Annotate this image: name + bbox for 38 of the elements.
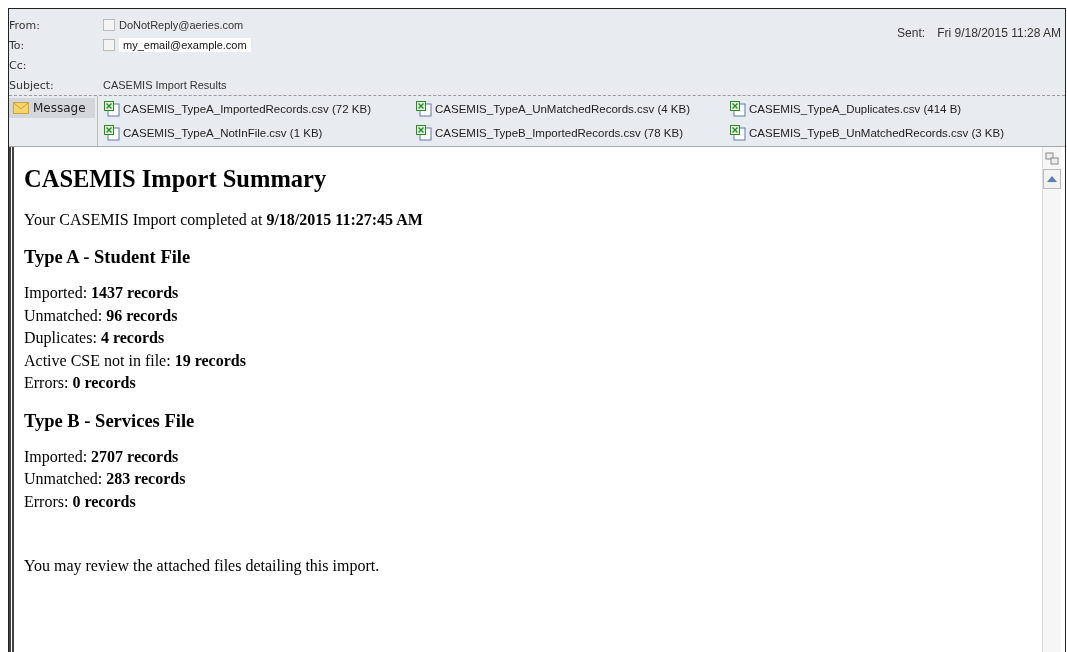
message-title: CASEMIS Import Summary [24,165,328,193]
record-count: Unmatched: 283 records [24,469,187,489]
sent-date: Fri 9/18/2015 11:28 AM [937,26,1061,40]
attachment-item[interactable]: CASEMIS_TypeB_UnMatchedRecords.csv (3 KB) [730,122,1005,144]
spreadsheet-icon [730,125,746,141]
sent-label: Sent: [897,26,926,40]
attachment-item[interactable]: CASEMIS_TypeA_NotInFile.csv (1 KB) [104,122,416,144]
record-count: Active CSE not in file: 19 records [24,350,247,371]
completion-sentence: Your CASEMIS Import completed at 9/18/2015 11:27:45 AM [24,211,424,229]
record-count: Errors: 0 records [24,491,137,512]
scroll-up-icon[interactable] [1043,169,1061,189]
pane-icon[interactable] [1045,151,1059,165]
record-count: Duplicates: 4 records [24,328,166,349]
envelope-icon [13,102,29,114]
section-heading: Type B - Services File [24,410,196,432]
field-label: Cc: [9,58,28,72]
closing-sentence: You may review the attached files detailing this import. [24,557,381,575]
message-tab[interactable]: Message [9,98,95,118]
field-label: To: [9,38,26,52]
email-address[interactable]: DoNotReply@aeries.com [119,19,244,31]
spreadsheet-icon [416,101,432,117]
attachment-item[interactable]: CASEMIS_TypeA_ImportedRecords.csv (72 KB) [104,98,416,120]
field-label: From: [9,18,41,32]
attachment-item[interactable]: CASEMIS_TypeA_UnMatchedRecords.csv (4 KB) [416,98,730,120]
attachment-item[interactable]: CASEMIS_TypeB_ImportedRecords.csv (78 KB) [416,122,730,144]
spreadsheet-icon [416,125,432,141]
attachment-item[interactable]: CASEMIS_TypeA_Duplicates.csv (414 B) [730,98,1005,120]
record-count: Imported: 1437 records [24,283,180,304]
record-count: Unmatched: 96 records [24,305,179,326]
field-label: Subject: [9,78,55,92]
subject-text: CASEMIS Import Results [103,79,227,91]
spreadsheet-icon [104,101,120,117]
email-address[interactable]: my_email@example.com [119,38,251,52]
record-count: Errors: 0 records [24,373,137,393]
spreadsheet-icon [104,125,120,141]
record-count: Imported: 2707 records [24,446,180,468]
section-heading: Type A - Student File [24,247,192,268]
spreadsheet-icon [730,101,746,117]
